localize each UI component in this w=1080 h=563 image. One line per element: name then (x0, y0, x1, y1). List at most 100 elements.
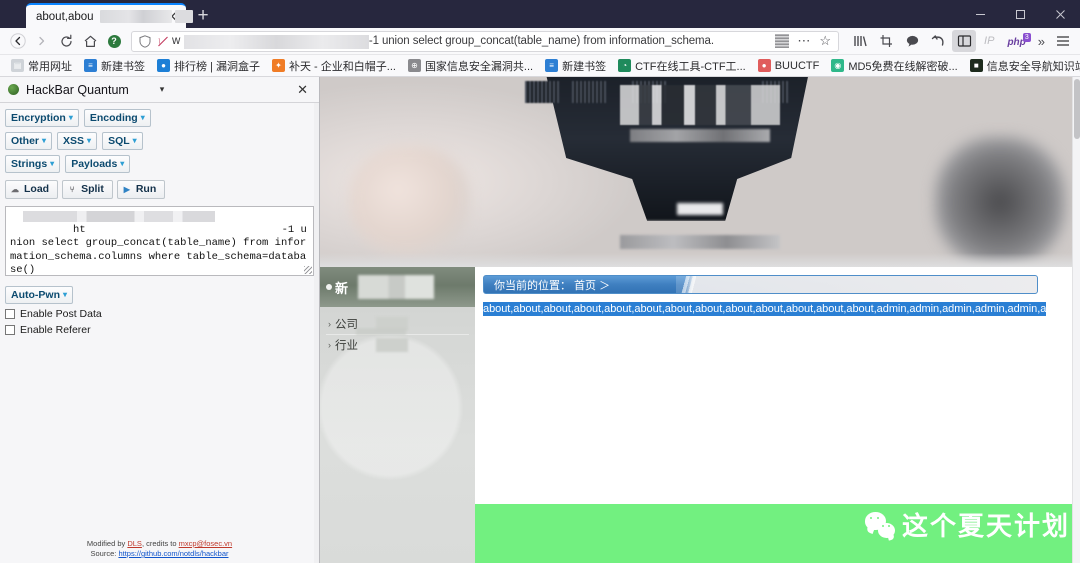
footer-source-link[interactable]: https://github.com/notdls/hackbar (118, 549, 228, 558)
hackbar-menu-other[interactable]: Other ▾ (5, 132, 53, 150)
bookmark-item[interactable]: ⊕ 国家信息安全漏洞共... (403, 57, 538, 75)
hackbar-split-button[interactable]: ⑂ Split (62, 180, 113, 199)
tracking-protection-icon[interactable]: \ (154, 35, 172, 48)
bookmark-item[interactable]: ≡ 新建书签 (540, 57, 611, 75)
checkbox-icon[interactable] (5, 309, 15, 319)
checkbox-label: Enable Post Data (20, 308, 102, 320)
php-extension-badge: 3 (1022, 33, 1031, 42)
hero-redaction-bar-1 (630, 129, 770, 142)
bookmark-item[interactable]: ■ 信息安全导航知识站 (965, 57, 1080, 75)
footer-credit-link[interactable]: mxcp@fosec.vn (179, 539, 232, 548)
reload-icon[interactable] (54, 30, 78, 52)
back-icon[interactable] (6, 30, 30, 52)
bookmark-icon: ≡ (545, 59, 559, 72)
sql-injection-result-row: about,about,about,about,about,about,abou… (483, 299, 1046, 317)
autopwn-button[interactable]: Auto-Pwn ▾ (5, 286, 74, 304)
breadcrumb-slash-decoration (680, 276, 696, 293)
breadcrumb: 你当前的位置： 首页 ＞ (483, 275, 1038, 294)
hero-banner-image (320, 77, 1080, 267)
chevron-down-icon: ▾ (120, 159, 125, 168)
hackbar-exec-row: ☁ Load ⑂ Split ▶ Run (5, 180, 314, 199)
close-icon[interactable] (1040, 0, 1080, 28)
hackbar-checkbox-row[interactable]: Enable Post Data (5, 308, 314, 320)
bookmark-star-icon[interactable]: ☆ (816, 33, 834, 49)
chat-bubble-icon[interactable] (900, 30, 924, 52)
chevron-down-icon[interactable]: ▾ (160, 84, 165, 95)
hackbar-checkbox-row[interactable]: Enable Referer (5, 324, 314, 336)
hero-vent-1 (525, 81, 559, 103)
hackbar-sidebar: HackBar Quantum ▾ ✕ Encryption ▾ Encoding ▾… (0, 77, 320, 563)
bookmark-label: 新建书签 (101, 60, 145, 73)
hackbar-url-textarea[interactable]: ht -1 union select group_concat(table_nam… (5, 206, 314, 276)
bookmark-item[interactable]: ✦ 补天 - 企业和白帽子... (267, 57, 401, 75)
hackbar-menu-xss[interactable]: XSS ▾ (57, 132, 98, 150)
site-identity-icon (136, 34, 154, 48)
hero-vent-2 (572, 81, 606, 103)
hackbar-menu-payloads[interactable]: Payloads ▾ (65, 155, 131, 173)
hackbar-close-icon[interactable]: ✕ (294, 82, 311, 98)
scrollbar-thumb[interactable] (1074, 79, 1080, 139)
bookmark-item[interactable]: ● BUUCTF (753, 57, 825, 75)
bookmark-item[interactable]: ≡ 新建书签 (79, 57, 150, 75)
hackbar-exec-label: Split (81, 183, 104, 195)
screenshot-crop-icon[interactable] (874, 30, 898, 52)
hackbar-url-redaction (23, 211, 215, 222)
sidebar-scrollbar[interactable] (314, 103, 319, 563)
privacy-shield-icon[interactable]: ? (102, 30, 126, 52)
hero-blur-right (934, 137, 1065, 267)
hackbar-menu-label: SQL (108, 135, 130, 147)
forward-icon[interactable] (30, 30, 54, 52)
url-redaction (184, 34, 369, 49)
browser-tab-active[interactable]: about,abou ✕ (26, 3, 193, 28)
sidebar-item-industry[interactable]: › 行业 (320, 335, 475, 355)
content-scrollbar[interactable] (1072, 77, 1080, 563)
bookmark-item[interactable]: ▤ 常用网址 (6, 57, 77, 75)
minimize-icon[interactable] (960, 0, 1000, 28)
circle-marker-icon (326, 284, 332, 290)
library-icon[interactable] (848, 30, 872, 52)
bookmark-item[interactable]: ● 排行榜 | 漏洞盒子 (152, 57, 265, 75)
bookmark-item[interactable]: ◔ CTF在线工具-CTF工... (613, 57, 751, 75)
chevron-right-icon: › (328, 319, 331, 329)
bookmark-label: 排行榜 | 漏洞盒子 (174, 60, 260, 73)
footer-author-link[interactable]: DLS (127, 539, 142, 548)
run-icon: ▶ (123, 185, 130, 194)
page-actions-icon[interactable]: ⋯ (793, 33, 815, 49)
home-icon[interactable] (78, 30, 102, 52)
navigation-toolbar: ? \ w =-1 union select group_concat(table… (0, 28, 1080, 55)
overflow-menu-icon[interactable]: » (1033, 34, 1050, 49)
main-area: HackBar Quantum ▾ ✕ Encryption ▾ Encoding ▾… (0, 77, 1080, 563)
page-left-sidebar: 新 › 公司 › 行业 (320, 267, 475, 563)
hackbar-menu-label: Payloads (71, 158, 118, 170)
circle-icon: ● (157, 59, 170, 72)
hackbar-button-row: Strings ▾ Payloads ▾ (5, 155, 314, 173)
hackbar-menu-strings[interactable]: Strings ▾ (5, 155, 61, 173)
ip-extension-label[interactable]: IP (978, 35, 1000, 47)
app-menu-icon[interactable] (1052, 35, 1074, 47)
undo-arrow-icon[interactable] (926, 30, 950, 52)
hackbar-menu-sql[interactable]: SQL ▾ (102, 132, 143, 150)
hackbar-menu-encoding[interactable]: Encoding ▾ (83, 109, 151, 127)
hackbar-menu-encryption[interactable]: Encryption ▾ (5, 109, 79, 127)
hackbar-exec-label: Run (135, 183, 157, 195)
maximize-icon[interactable] (1000, 0, 1040, 28)
autopwn-row: Auto-Pwn ▾ (5, 285, 314, 304)
hackbar-run-button[interactable]: ▶ Run (116, 180, 166, 199)
hackbar-button-row: Encryption ▾ Encoding ▾ (5, 109, 314, 127)
checkbox-icon[interactable] (5, 325, 15, 335)
php-extension-icon[interactable]: php 3 (1002, 32, 1031, 50)
split-icon: ⑂ (69, 185, 75, 194)
md5-icon: ◉ (831, 59, 845, 72)
sidebar-toggle-icon[interactable] (952, 30, 977, 52)
textarea-resize-grip[interactable] (304, 266, 312, 274)
address-bar[interactable]: \ w =-1 union select group_concat(table_n… (131, 30, 840, 52)
chevron-down-icon: ▾ (68, 113, 73, 122)
wechat-icon (864, 511, 895, 538)
hackbar-load-button[interactable]: ☁ Load (5, 180, 59, 199)
hero-bottom-fade (320, 253, 1080, 267)
bookmark-item[interactable]: ◉ MD5免费在线解密破... (826, 57, 962, 75)
bookmark-label: CTF在线工具-CTF工... (635, 60, 746, 73)
sidebar-item-label: 公司 (335, 319, 358, 331)
new-tab-button[interactable]: + (190, 3, 216, 28)
sidebar-header: 新 (320, 267, 475, 307)
